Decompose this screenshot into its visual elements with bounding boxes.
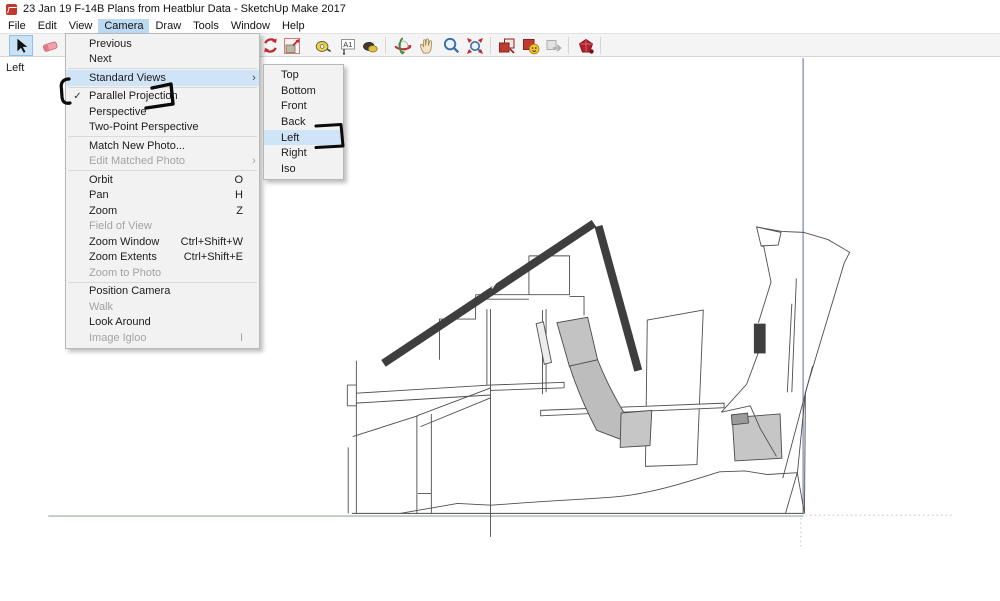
- rotate-icon: [263, 38, 277, 53]
- svg-text:A1: A1: [343, 40, 352, 49]
- menu-item-orbit[interactable]: Orbit O: [66, 172, 259, 188]
- eraser-tool-button[interactable]: [38, 35, 62, 56]
- make-component-icon: [499, 38, 515, 54]
- title-bar: 23 Jan 19 F-14B Plans from Heatblur Data…: [0, 0, 1000, 18]
- menu-item-parallel-projection[interactable]: ✓ Parallel Projection: [66, 89, 259, 105]
- submenu-item-top[interactable]: Top: [264, 67, 343, 83]
- console-panels: [556, 316, 783, 462]
- menu-bar: File Edit View Camera Draw Tools Window …: [0, 18, 1000, 33]
- seat-hatch-strip: [753, 323, 766, 354]
- menu-window[interactable]: Window: [225, 19, 276, 33]
- menu-file[interactable]: File: [2, 19, 32, 33]
- window-title: 23 Jan 19 F-14B Plans from Heatblur Data…: [23, 3, 346, 15]
- menu-item-image-igloo: Image Igloo I: [89, 331, 243, 344]
- menu-item-pan[interactable]: Pan H: [66, 188, 259, 204]
- menu-item-previous[interactable]: Previous: [66, 36, 259, 52]
- share-model-button[interactable]: [542, 35, 566, 56]
- seat-outline: [721, 226, 851, 514]
- camera-dropdown-menu: Previous Next Standard Views › ✓ Parallel …: [65, 33, 260, 349]
- menu-item-zoom[interactable]: Zoom Z: [66, 203, 259, 219]
- menu-item-next[interactable]: Next: [66, 52, 259, 68]
- menu-item-standard-views[interactable]: Standard Views ›: [66, 70, 259, 86]
- zoom-extents-tool-button[interactable]: [463, 35, 487, 56]
- scale-tool-button[interactable]: [280, 35, 304, 56]
- menu-separator: [68, 136, 257, 137]
- make-component-button[interactable]: [495, 35, 519, 56]
- menu-item-edit-matched-photo: Edit Matched Photo ›: [66, 154, 259, 170]
- pan-tool-button[interactable]: [414, 35, 438, 56]
- menu-item-zoom-extents[interactable]: Zoom Extents Ctrl+Shift+E: [66, 250, 259, 266]
- submenu-item-iso[interactable]: Iso: [264, 161, 343, 177]
- extension-warehouse-button[interactable]: [574, 35, 598, 56]
- menu-item-look-around[interactable]: Look Around: [66, 315, 259, 331]
- submenu-item-back[interactable]: Back: [264, 114, 343, 130]
- get-models-icon: [523, 38, 540, 54]
- menu-draw[interactable]: Draw: [149, 19, 187, 33]
- menu-separator: [68, 86, 257, 88]
- menu-item-perspective[interactable]: Perspective: [66, 104, 259, 120]
- submenu-item-front[interactable]: Front: [264, 98, 343, 114]
- menu-item-position-camera[interactable]: Position Camera: [66, 284, 259, 300]
- orbit-icon: [394, 37, 412, 54]
- select-arrow-icon: [17, 38, 28, 53]
- menu-edit[interactable]: Edit: [32, 19, 63, 33]
- zoom-magnifier-icon: [443, 37, 459, 54]
- checkmark-icon: ✓: [73, 90, 82, 102]
- tape-measure-tool-button[interactable]: [311, 35, 335, 56]
- submenu-item-left[interactable]: Left: [264, 129, 343, 146]
- zoom-tool-button[interactable]: [439, 35, 463, 56]
- menu-item-walk: Walk: [89, 300, 114, 313]
- toolbar-separator: [600, 37, 601, 54]
- menu-item-two-point-perspective[interactable]: Two-Point Perspective: [66, 120, 259, 136]
- side-sliver: [535, 321, 553, 365]
- eraser-icon: [42, 41, 58, 52]
- menu-separator: [68, 281, 257, 283]
- submenu-arrow-icon: ›: [252, 71, 256, 84]
- toolbar-separator: [385, 37, 386, 54]
- share-model-icon: [546, 39, 562, 52]
- pan-hand-icon: [419, 38, 432, 54]
- submenu-item-right[interactable]: Right: [264, 145, 343, 161]
- rotate-tool-button[interactable]: [258, 35, 282, 56]
- menu-camera[interactable]: Camera: [98, 18, 150, 33]
- submenu-item-bottom[interactable]: Bottom: [264, 83, 343, 99]
- menu-item-zoom-window[interactable]: Zoom Window Ctrl+Shift+W: [66, 234, 259, 250]
- get-models-button[interactable]: [519, 35, 543, 56]
- zoom-extents-icon: [467, 37, 483, 54]
- tape-measure-icon: [315, 40, 332, 52]
- sketchup-logo-icon: [6, 3, 17, 15]
- menu-item-match-new-photo[interactable]: Match New Photo...: [66, 138, 259, 154]
- scale-icon: [284, 37, 300, 54]
- standard-views-submenu: Top Bottom Front Back Left Right Iso: [263, 64, 344, 180]
- toolbar-separator: [490, 37, 491, 54]
- dimension-a1-icon: A1: [341, 38, 355, 55]
- dimension-tool-button[interactable]: A1: [336, 35, 360, 56]
- menu-separator: [68, 68, 257, 69]
- extension-warehouse-icon: [578, 38, 594, 54]
- menu-tools[interactable]: Tools: [187, 19, 225, 33]
- menu-help[interactable]: Help: [276, 19, 311, 33]
- fuselage-lines: [346, 255, 814, 537]
- menu-item-field-of-view: Field of View: [89, 220, 152, 233]
- paint-bucket-tool-button[interactable]: [358, 35, 382, 56]
- canopy-frame-dark: [381, 219, 643, 372]
- select-tool-button[interactable]: [9, 35, 33, 56]
- orbit-tool-button[interactable]: [391, 35, 415, 56]
- menu-view[interactable]: View: [63, 19, 99, 33]
- toolbar-separator: [568, 37, 569, 54]
- submenu-arrow-icon: ›: [252, 155, 256, 168]
- paint-bucket-icon: [363, 42, 378, 53]
- menu-item-zoom-to-photo: Zoom to Photo: [89, 266, 162, 279]
- menu-separator: [68, 170, 257, 171]
